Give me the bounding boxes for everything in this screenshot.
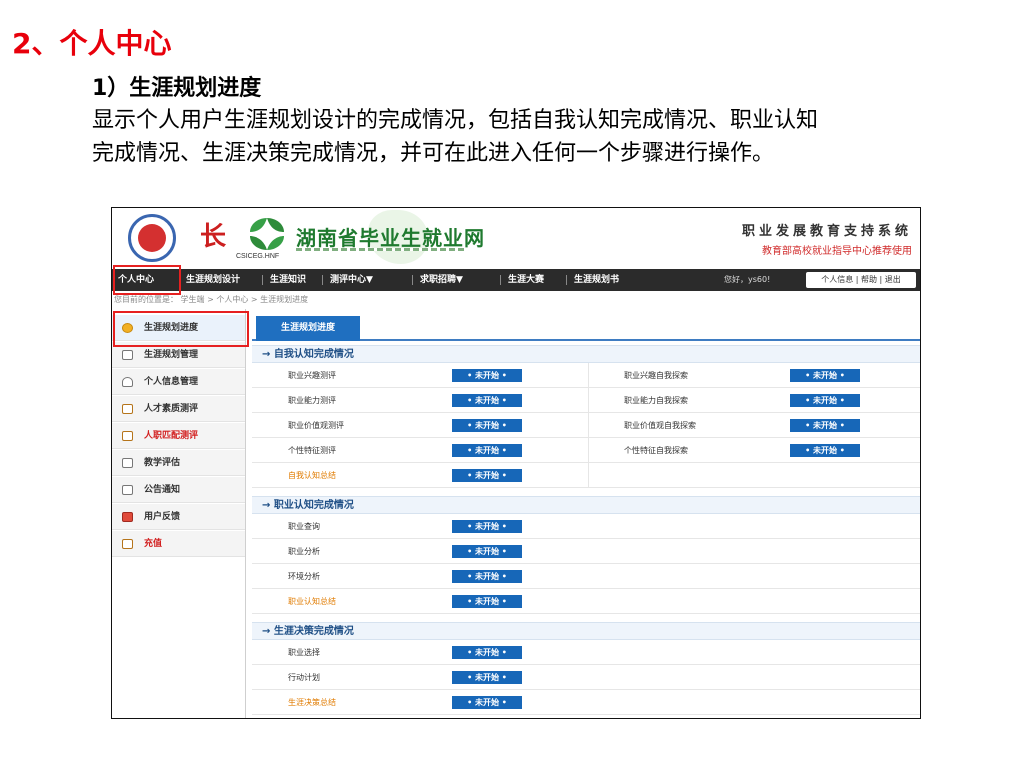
section-self-awareness: → 自我认知完成情况	[252, 345, 920, 363]
status-badge[interactable]: • 未开始 •	[452, 369, 522, 382]
table-row: 环境分析 • 未开始 •	[252, 564, 920, 589]
sidebar-item-job-match[interactable]: 人职匹配测评	[112, 423, 245, 449]
status-badge[interactable]: • 未开始 •	[452, 444, 522, 457]
table-row: 职业认知总结 • 未开始 •	[252, 589, 920, 614]
status-badge[interactable]: • 未开始 •	[452, 419, 522, 432]
sidebar-item-personal-info[interactable]: 个人信息管理	[112, 369, 245, 395]
nav-item-career-design[interactable]: 生涯规划设计	[186, 269, 240, 291]
tab-career-progress[interactable]: 生涯规划进度	[256, 316, 360, 341]
top-nav: 个人中心 生涯规划设计 生涯知识 测评中心▼ 求职招聘▼ 生涯大赛 生涯规划书 …	[112, 269, 920, 291]
sidebar-item-recharge[interactable]: 充值	[112, 531, 245, 557]
status-badge[interactable]: • 未开始 •	[452, 520, 522, 533]
slide-subtitle: 1）生涯规划进度	[92, 76, 262, 101]
status-badge[interactable]: • 未开始 •	[452, 570, 522, 583]
user-icon	[122, 377, 133, 387]
feedback-icon	[122, 512, 133, 522]
status-badge[interactable]: • 未开始 •	[452, 671, 522, 684]
edit-icon	[122, 350, 133, 360]
sidebar-item-label: 充值	[144, 539, 163, 549]
tab-bar: 生涯规划进度	[252, 316, 920, 341]
green-leaf-logo-icon	[250, 218, 284, 250]
slide-title: 2、个人中心	[12, 27, 172, 60]
document-icon	[122, 404, 133, 414]
university-seal-icon	[128, 214, 176, 262]
sidebar-item-label: 公告通知	[144, 485, 181, 495]
sidebar-item-label: 人才素质测评	[144, 404, 199, 414]
table-row: 职业分析 • 未开始 •	[252, 539, 920, 564]
table-row: 个性特征测评 • 未开始 • 个性特征自我探索 • 未开始 •	[252, 438, 920, 463]
table-row: 职业能力测评 • 未开始 • 职业能力自我探索 • 未开始 •	[252, 388, 920, 413]
user-links[interactable]: 个人信息 | 帮助 | 退出	[806, 272, 916, 288]
status-badge[interactable]: • 未开始 •	[790, 394, 860, 407]
sidebar-item-label: 个人信息管理	[144, 377, 199, 387]
nav-item-career-contest[interactable]: 生涯大赛	[508, 269, 544, 291]
table-row: 生涯决策总结 • 未开始 •	[252, 690, 920, 715]
logo-caption: CSICEG.HNF	[236, 253, 280, 260]
sidebar: 生涯规划进度 生涯规划管理 个人信息管理 人才素质测评 人职匹配测评 教学评估 …	[112, 309, 246, 718]
slide-description: 显示个人用户生涯规划设计的完成情况，包括自我认知完成情况、职业认知完成情况、生涯…	[92, 108, 819, 166]
sidebar-item-label: 人职匹配测评	[144, 431, 199, 441]
nav-item-assessment[interactable]: 测评中心▼	[330, 269, 373, 291]
highlight-box-sidebar	[113, 311, 249, 347]
table-row: 自我认知总结 • 未开始 •	[252, 463, 920, 488]
system-subtitle: 教育部高校就业指导中心推荐使用	[762, 246, 912, 257]
status-badge[interactable]: • 未开始 •	[452, 545, 522, 558]
table-row: 职业查询 • 未开始 •	[252, 514, 920, 539]
nav-item-career-knowledge[interactable]: 生涯知识	[270, 269, 306, 291]
system-name: 职业发展教育支持系统	[741, 224, 912, 239]
section-career-decision: → 生涯决策完成情况	[252, 622, 920, 640]
sidebar-item-notices[interactable]: 公告通知	[112, 477, 245, 503]
status-badge[interactable]: • 未开始 •	[790, 369, 860, 382]
status-badge[interactable]: • 未开始 •	[452, 595, 522, 608]
table-row: 职业价值观测评 • 未开始 • 职业价值观自我探索 • 未开始 •	[252, 413, 920, 438]
status-badge[interactable]: • 未开始 •	[452, 696, 522, 709]
site-header: 长 CSICEG.HNF 湖南省毕业生就业网 职业发展教育支持系统 教育部高校就…	[112, 208, 920, 268]
table-row: 职业兴趣测评 • 未开始 • 职业兴趣自我探索 • 未开始 •	[252, 363, 920, 388]
brush-logo: 长	[200, 222, 227, 252]
sidebar-item-feedback[interactable]: 用户反馈	[112, 504, 245, 530]
nav-item-recruitment[interactable]: 求职招聘▼	[420, 269, 463, 291]
chart-icon	[122, 458, 133, 468]
section-career-awareness: → 职业认知完成情况	[252, 496, 920, 514]
breadcrumb: 您目前的位置是： 学生端 > 个人中心 > 生涯规划进度	[114, 295, 309, 304]
document-icon	[122, 539, 133, 549]
user-greeting: 您好，ys60!	[724, 275, 771, 284]
sidebar-item-label: 教学评估	[144, 458, 181, 468]
status-badge[interactable]: • 未开始 •	[790, 419, 860, 432]
status-badge[interactable]: • 未开始 •	[790, 444, 860, 457]
edit-icon	[122, 485, 133, 495]
table-row: 职业选择 • 未开始 •	[252, 640, 920, 665]
screenshot-frame: 长 CSICEG.HNF 湖南省毕业生就业网 职业发展教育支持系统 教育部高校就…	[111, 207, 921, 719]
highlight-box-nav	[113, 265, 181, 295]
brand-name: 湖南省毕业生就业网	[296, 226, 485, 250]
brand-tagline-decoration	[296, 248, 466, 251]
sidebar-item-teaching-eval[interactable]: 教学评估	[112, 450, 245, 476]
status-badge[interactable]: • 未开始 •	[452, 646, 522, 659]
status-badge[interactable]: • 未开始 •	[452, 469, 522, 482]
sidebar-item-talent-assessment[interactable]: 人才素质测评	[112, 396, 245, 422]
document-icon	[122, 431, 133, 441]
status-badge[interactable]: • 未开始 •	[452, 394, 522, 407]
sidebar-item-label: 用户反馈	[144, 512, 181, 522]
nav-item-career-plan-book[interactable]: 生涯规划书	[574, 269, 619, 291]
table-row: 行动计划 • 未开始 •	[252, 665, 920, 690]
